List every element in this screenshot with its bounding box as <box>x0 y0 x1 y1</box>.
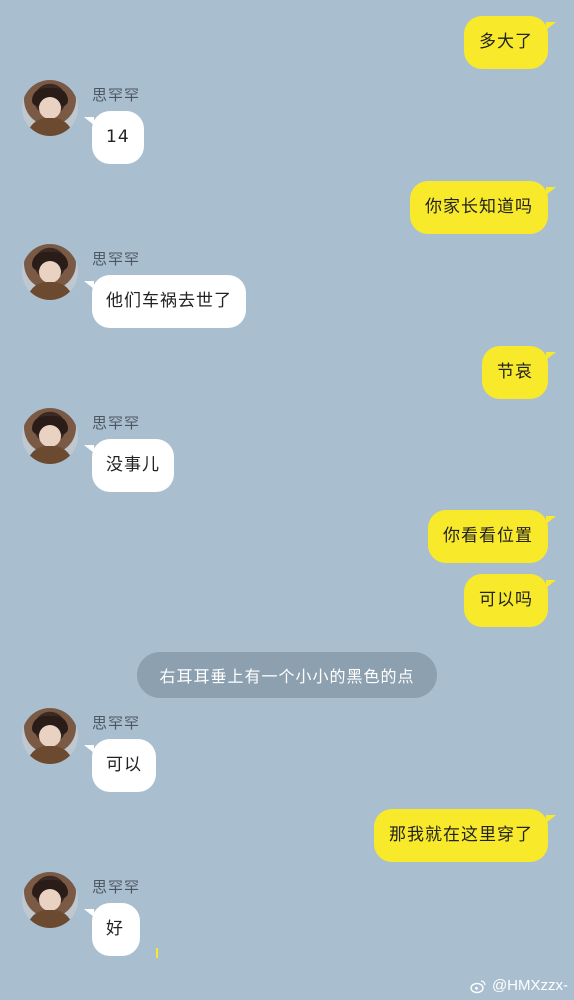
message-left: 思罕罕 可以 <box>22 708 156 792</box>
message-left: 思罕罕 14 <box>22 80 144 164</box>
avatar[interactable] <box>22 872 78 928</box>
chat-bubble-left[interactable]: 14 <box>84 111 144 164</box>
sender-name: 思罕罕 <box>92 250 141 268</box>
chat-bubble-left[interactable]: 可以 <box>84 739 156 792</box>
message-right: 你家长知道吗 <box>410 181 556 234</box>
chat-bubble-left[interactable]: 好 <box>83 903 141 956</box>
watermark: @HMXzzx- <box>470 977 568 994</box>
sender-name: 思罕罕 <box>92 414 141 432</box>
chat-bubble-right[interactable]: 你看看位置 <box>428 510 556 563</box>
weibo-icon <box>470 978 486 994</box>
avatar[interactable] <box>22 80 78 136</box>
sender-name: 思罕罕 <box>92 86 141 104</box>
avatar[interactable] <box>22 244 78 300</box>
system-note: 右耳耳垂上有一个小小的黑色的点 <box>137 652 437 698</box>
message-left: 思罕罕 他们车祸去世了 <box>22 244 246 328</box>
sender-name: 思罕罕 <box>92 878 141 896</box>
cursor-mark <box>156 948 158 958</box>
chat-bubble-right[interactable]: 你家长知道吗 <box>410 181 556 234</box>
avatar[interactable] <box>22 408 78 464</box>
chat-bubble-right[interactable]: 那我就在这里穿了 <box>374 809 556 862</box>
chat-bubble-right[interactable]: 多大了 <box>464 16 556 69</box>
chat-bubble-left[interactable]: 他们车祸去世了 <box>84 275 246 328</box>
chat-bubble-right[interactable]: 节哀 <box>482 346 556 399</box>
message-right: 那我就在这里穿了 <box>374 809 556 862</box>
message-left: 思罕罕 没事儿 <box>22 408 174 492</box>
chat-bubble-left[interactable]: 没事儿 <box>84 439 174 492</box>
message-right: 多大了 <box>464 16 556 69</box>
sender-name: 思罕罕 <box>92 714 141 732</box>
message-right: 可以吗 <box>464 574 556 627</box>
watermark-text: @HMXzzx- <box>491 977 568 994</box>
message-right: 你看看位置 <box>428 510 556 563</box>
chat-bubble-right[interactable]: 可以吗 <box>464 574 556 627</box>
message-right: 节哀 <box>482 346 556 399</box>
message-left: 思罕罕 好 <box>22 872 141 956</box>
avatar[interactable] <box>22 708 78 764</box>
chat-area: 多大了 思罕罕 14 你家长知道吗 思罕罕 他们车祸去世了 节哀 思罕罕 没事儿… <box>0 0 574 1000</box>
